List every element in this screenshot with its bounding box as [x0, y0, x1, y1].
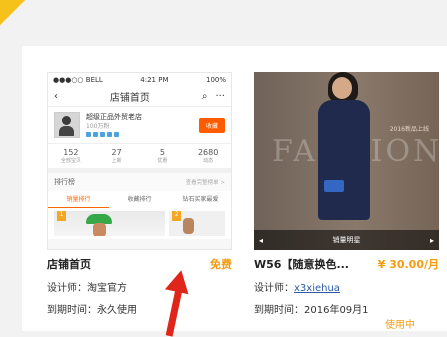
in-use-badge: 使用中: [385, 316, 415, 331]
template-info: W56【随意换色... ¥ 30.00/月 设计师：x3xiehua 到期时间：…: [254, 250, 439, 331]
photo-side-text: 2016新品上线: [389, 126, 429, 133]
photo-bottom-bar: ◂ 销量明星 ▸: [254, 230, 439, 250]
face-shape: [183, 218, 195, 234]
product-previews: 1 2: [48, 208, 231, 239]
time-text: 4:21 PM: [140, 75, 169, 84]
model-head: [332, 77, 352, 99]
template-price: 免费: [210, 258, 232, 271]
rank-tab-sales: 销量排行: [48, 191, 109, 208]
rank-more-link: 查看完整榜单 >: [185, 180, 225, 186]
designer-name: 淘宝官方: [87, 283, 127, 294]
model-dress: [318, 100, 370, 220]
right-arrow-icon: ▸: [429, 235, 434, 245]
rank-tab-diamond: 钻石买家最爱: [182, 196, 219, 203]
template-thumbnail[interactable]: ●●●○○ BELL 4:21 PM 100% ‹ 店铺首页 ⌕ ··· 超级正…: [47, 72, 232, 250]
shop-stats: 152 全部宝贝 27 上新 5 优惠 2680 动态: [48, 143, 231, 168]
phone-page-title: 店铺首页: [109, 92, 150, 104]
shop-avatar: [54, 112, 80, 138]
rank-tab-favorites: 收藏排行: [127, 196, 152, 203]
more-icon: ···: [215, 90, 225, 102]
annotation-arrow-head: [164, 267, 194, 295]
stat-item: 2680 动态: [197, 148, 219, 164]
phone-status-bar: ●●●○○ BELL 4:21 PM 100%: [48, 73, 231, 86]
product-image: 2: [169, 211, 225, 236]
stat-item: 152 全部宝贝: [60, 148, 81, 164]
expiry-value: 永久使用: [97, 305, 137, 316]
designer-row: 设计师：淘宝官方: [47, 279, 232, 294]
product-image: 1: [54, 211, 166, 236]
expiry-label: 到期时间：: [47, 305, 97, 316]
designer-label: 设计师：: [254, 283, 294, 294]
rank-title: 排行榜: [54, 178, 75, 186]
rank-header: 排行榜 查看完整榜单 >: [48, 168, 231, 191]
expiry-row: 到期时间：2016年09月1: [254, 301, 439, 316]
template-thumbnail[interactable]: FASHION 2016新品上线 ◂ 销量明星 ▸: [254, 72, 439, 250]
expiry-value: 2016年09月1: [304, 305, 369, 316]
photo-bottom-label: 销量明星: [332, 236, 361, 244]
shop-follow-button: 收藏: [198, 117, 225, 133]
rank-tabs: 销量排行 收藏排行 钻石买家最爱: [48, 191, 231, 208]
template-info: 店铺首页 免费 设计师：淘宝官方 到期时间：永久使用: [47, 250, 232, 316]
battery-text: 100%: [205, 75, 226, 84]
template-title[interactable]: W56【随意换色...: [254, 256, 349, 272]
shop-rating-icons: [86, 132, 142, 138]
model-bag: [324, 180, 344, 192]
template-gallery-panel: ●●●○○ BELL 4:21 PM 100% ‹ 店铺首页 ⌕ ··· 超级正…: [22, 46, 447, 331]
shop-sub: 100万粉: [86, 123, 110, 131]
stat-item: 27 上新: [111, 148, 122, 164]
template-title[interactable]: 店铺首页: [47, 256, 91, 272]
designer-row: 设计师：x3xiehua: [254, 279, 439, 294]
face-shape: [93, 223, 106, 236]
rank-badge: 2: [172, 211, 182, 221]
shop-info-row: 超级正品外贸老店 100万粉 收藏: [48, 107, 231, 143]
phone-nav-bar: ‹ 店铺首页 ⌕ ···: [48, 86, 231, 107]
designer-link[interactable]: x3xiehua: [294, 283, 340, 294]
template-price: ¥ 30.00/月: [377, 258, 439, 271]
rank-badge: 1: [57, 211, 66, 221]
designer-label: 设计师：: [47, 283, 87, 294]
left-arrow-icon: ◂: [259, 235, 264, 245]
expiry-row: 到期时间：永久使用: [47, 301, 232, 316]
shop-name: 超级正品外贸老店: [86, 112, 142, 121]
carrier-text: ●●●○○ BELL: [53, 75, 103, 84]
page-corner-decoration: [0, 0, 30, 30]
expiry-label: 到期时间：: [254, 305, 304, 316]
stat-item: 5 优惠: [157, 148, 168, 164]
search-icon: ⌕: [201, 90, 208, 102]
